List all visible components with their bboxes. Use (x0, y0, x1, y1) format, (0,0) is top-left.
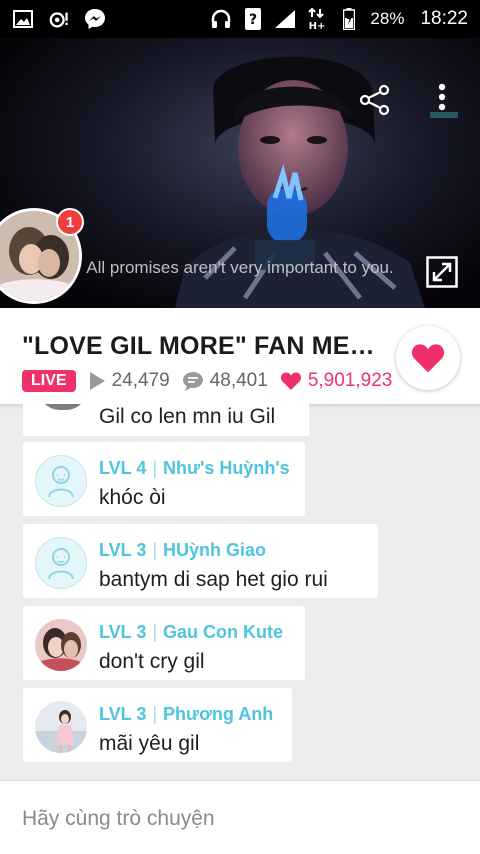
host-avatar-button[interactable]: 1 (0, 208, 86, 304)
user-avatar (35, 619, 87, 671)
messenger-icon (84, 9, 106, 29)
likes-count: 5,901,923 (307, 370, 393, 391)
user-level: LVL 3 (99, 622, 147, 642)
wifi-unknown-icon: ? (242, 8, 264, 30)
user-name[interactable]: HUỳnh Giao (163, 540, 266, 560)
live-badge: LIVE (22, 370, 76, 392)
chat-message: Gil co len mn iu Gil (23, 404, 309, 436)
stream-info-card: "LOVE GIL MORE" FAN MEETI... LIVE 24,479… (0, 308, 480, 404)
like-button[interactable] (396, 326, 460, 390)
comments-count: 48,401 (209, 370, 268, 391)
user-name[interactable]: Phương Anh (163, 704, 273, 724)
chat-message: LVL 3 | HUỳnh Giao bantym di sap het gio r… (23, 524, 378, 598)
user-level: LVL 3 (99, 704, 147, 724)
heart-icon (280, 372, 301, 390)
message-text: Gil co len mn iu Gil (99, 405, 276, 428)
message-text: khóc òi (99, 486, 166, 509)
svg-text:H+: H+ (309, 21, 326, 30)
chat-message: LVL 3 | Phương Anh mãi yêu gil (23, 688, 292, 762)
user-name[interactable]: Gau Con Kute (163, 622, 283, 642)
likes-stat: 5,901,923 (280, 370, 393, 392)
chat-input[interactable] (22, 803, 458, 835)
chat-list[interactable]: Gil co len mn iu Gil LVL 4 | Như's Huỳnh's… (0, 404, 480, 780)
user-avatar (38, 404, 88, 410)
camera-alert-icon (48, 9, 70, 29)
more-options-icon[interactable] (430, 80, 458, 120)
like-heart-icon (411, 344, 445, 373)
user-level: LVL 3 (99, 540, 147, 560)
share-icon[interactable] (358, 83, 392, 117)
stream-title: "LOVE GIL MORE" FAN MEETI... (22, 332, 382, 360)
chat-input-bar (0, 780, 480, 854)
default-avatar-icon (35, 537, 87, 589)
notification-badge: 1 (56, 208, 84, 236)
message-text: bantym di sap het gio rui (99, 568, 328, 591)
clock: 18:22 (420, 8, 468, 29)
data-hplus-icon: H+ (306, 8, 328, 30)
user-level: LVL 4 (99, 458, 147, 478)
comments-stat: 48,401 (182, 370, 268, 392)
chat-message: LVL 3 | Gau Con Kute don't cry gil (23, 606, 305, 680)
video-player[interactable]: All promises aren't very important to yo… (0, 38, 480, 308)
message-text: mãi yêu gil (99, 732, 200, 755)
views-count: 24,479 (111, 370, 170, 391)
message-meta: LVL 3 | Gau Con Kute (99, 622, 284, 642)
status-bar: ? H+ 28% 18:22 (0, 0, 480, 38)
svg-text:?: ? (249, 12, 257, 28)
battery-percent: 28% (370, 9, 405, 28)
message-text: don't cry gil (99, 650, 205, 673)
default-avatar-icon (35, 455, 87, 507)
headphones-icon (210, 9, 232, 29)
fullscreen-icon[interactable] (426, 256, 458, 288)
user-name[interactable]: Như's Huỳnh's (163, 458, 290, 478)
play-icon (89, 372, 105, 390)
views-stat: 24,479 (88, 370, 170, 392)
signal-icon (274, 9, 296, 29)
message-meta: LVL 3 | Phương Anh (99, 704, 274, 724)
chat-message: LVL 4 | Như's Huỳnh's khóc òi (23, 442, 305, 516)
comment-icon (182, 372, 203, 391)
stream-stats: LIVE 24,479 48,401 5,901,923 (22, 370, 404, 392)
battery-icon (338, 8, 360, 30)
message-meta: LVL 4 | Như's Huỳnh's (99, 458, 290, 478)
user-avatar (35, 701, 87, 753)
message-meta: LVL 3 | HUỳnh Giao (99, 540, 267, 560)
gallery-icon (12, 9, 34, 29)
